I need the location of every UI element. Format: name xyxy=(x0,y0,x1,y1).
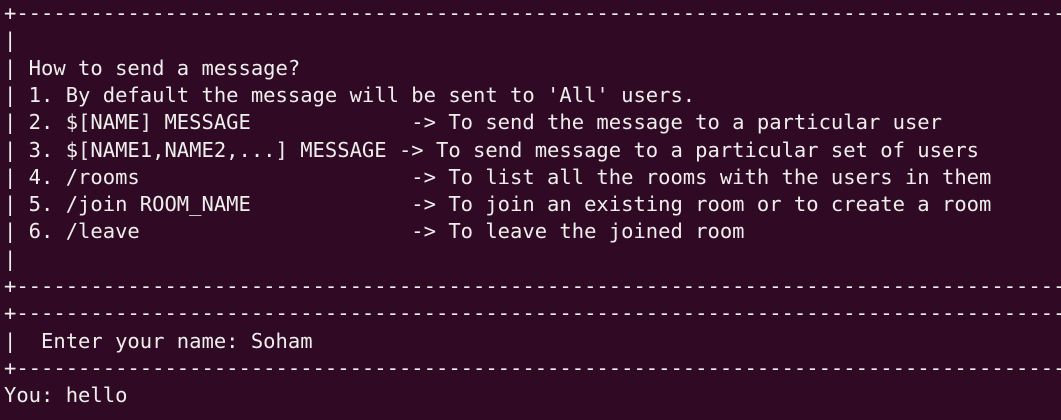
terminal-window[interactable]: +---------------------------------------… xyxy=(0,0,1061,420)
help-item-3: | 3. $[NAME1,NAME2,...] MESSAGE -> To se… xyxy=(4,137,980,162)
help-box-bottom-border: +---------------------------------------… xyxy=(4,274,1061,298)
chat-message: You: hello xyxy=(4,383,128,408)
help-box-blank-line: | xyxy=(4,28,17,53)
help-box-top-border: +---------------------------------------… xyxy=(4,1,1061,25)
name-prompt: | Enter your name: Soham xyxy=(4,328,313,353)
help-item-6: | 6. /leave -> To leave the joined room xyxy=(4,219,745,244)
help-item-2: | 2. $[NAME] MESSAGE -> To send the mess… xyxy=(4,110,942,135)
name-box-bottom-border: +---------------------------------------… xyxy=(4,355,1061,380)
name-box-top-border: +---------------------------------------… xyxy=(4,301,1061,326)
help-item-1: | 1. By default the message will be sent… xyxy=(4,82,696,107)
help-item-4: | 4. /rooms -> To list all the rooms wit… xyxy=(4,164,992,189)
help-title: | How to send a message? xyxy=(4,55,301,80)
help-item-5: | 5. /join ROOM_NAME -> To join an exist… xyxy=(4,192,992,217)
help-box-blank-line: | xyxy=(4,246,17,271)
